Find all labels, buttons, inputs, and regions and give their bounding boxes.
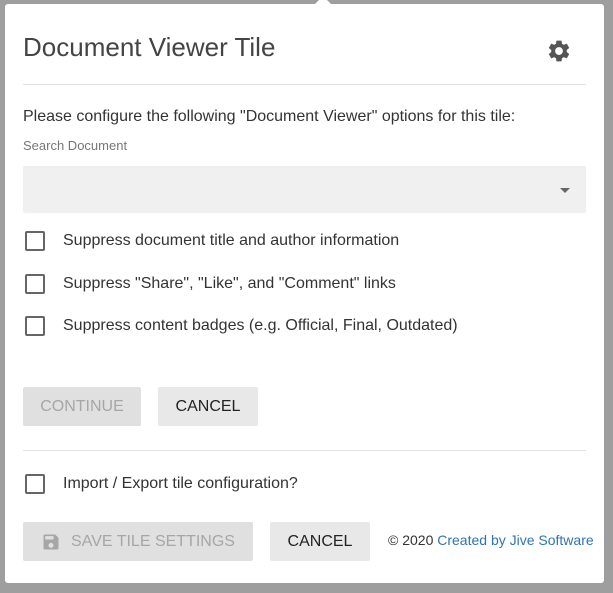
dialog-pointer bbox=[314, 0, 332, 5]
suppress-content-badges-label: Suppress content badges (e.g. Official, … bbox=[63, 317, 458, 334]
suppress-share-links-checkbox[interactable] bbox=[25, 274, 45, 294]
gear-icon[interactable] bbox=[546, 38, 572, 64]
save-tile-settings-button[interactable]: SAVE TILE SETTINGS bbox=[23, 522, 253, 561]
suppress-share-links-option[interactable]: Suppress "Share", "Like", and "Comment" … bbox=[25, 273, 396, 295]
continue-button[interactable]: CONTINUE bbox=[23, 387, 141, 426]
suppress-content-badges-option[interactable]: Suppress content badges (e.g. Official, … bbox=[25, 315, 458, 337]
suppress-content-badges-checkbox[interactable] bbox=[25, 316, 45, 336]
suppress-share-links-label: Suppress "Share", "Like", and "Comment" … bbox=[63, 275, 396, 292]
suppress-title-author-checkbox[interactable] bbox=[25, 231, 45, 251]
suppress-title-author-option[interactable]: Suppress document title and author infor… bbox=[25, 230, 399, 252]
copyright-text: © 2020 bbox=[388, 532, 434, 548]
dialog-title: Document Viewer Tile bbox=[23, 32, 276, 62]
import-export-label: Import / Export tile configuration? bbox=[63, 475, 298, 492]
document-viewer-tile-dialog: Document Viewer Tile Please configure th… bbox=[5, 0, 604, 583]
footer-divider bbox=[23, 450, 586, 451]
floppy-disk-icon bbox=[43, 534, 59, 549]
search-document-select[interactable] bbox=[23, 166, 586, 213]
cancel-button[interactable]: CANCEL bbox=[158, 387, 258, 426]
intro-text: Please configure the following "Document… bbox=[23, 108, 516, 125]
import-export-option[interactable]: Import / Export tile configuration? bbox=[25, 473, 298, 495]
import-export-checkbox[interactable] bbox=[25, 474, 45, 494]
save-tile-settings-label: SAVE TILE SETTINGS bbox=[71, 532, 235, 550]
suppress-title-author-label: Suppress document title and author infor… bbox=[63, 232, 400, 249]
copyright-notice: © 2020 Created by Jive Software bbox=[388, 532, 594, 548]
caret-down-icon bbox=[560, 188, 570, 193]
footer-cancel-button[interactable]: CANCEL bbox=[270, 522, 370, 561]
search-document-label: Search Document bbox=[23, 138, 128, 153]
jive-software-link[interactable]: Created by Jive Software bbox=[437, 532, 593, 548]
header-divider bbox=[23, 84, 586, 85]
